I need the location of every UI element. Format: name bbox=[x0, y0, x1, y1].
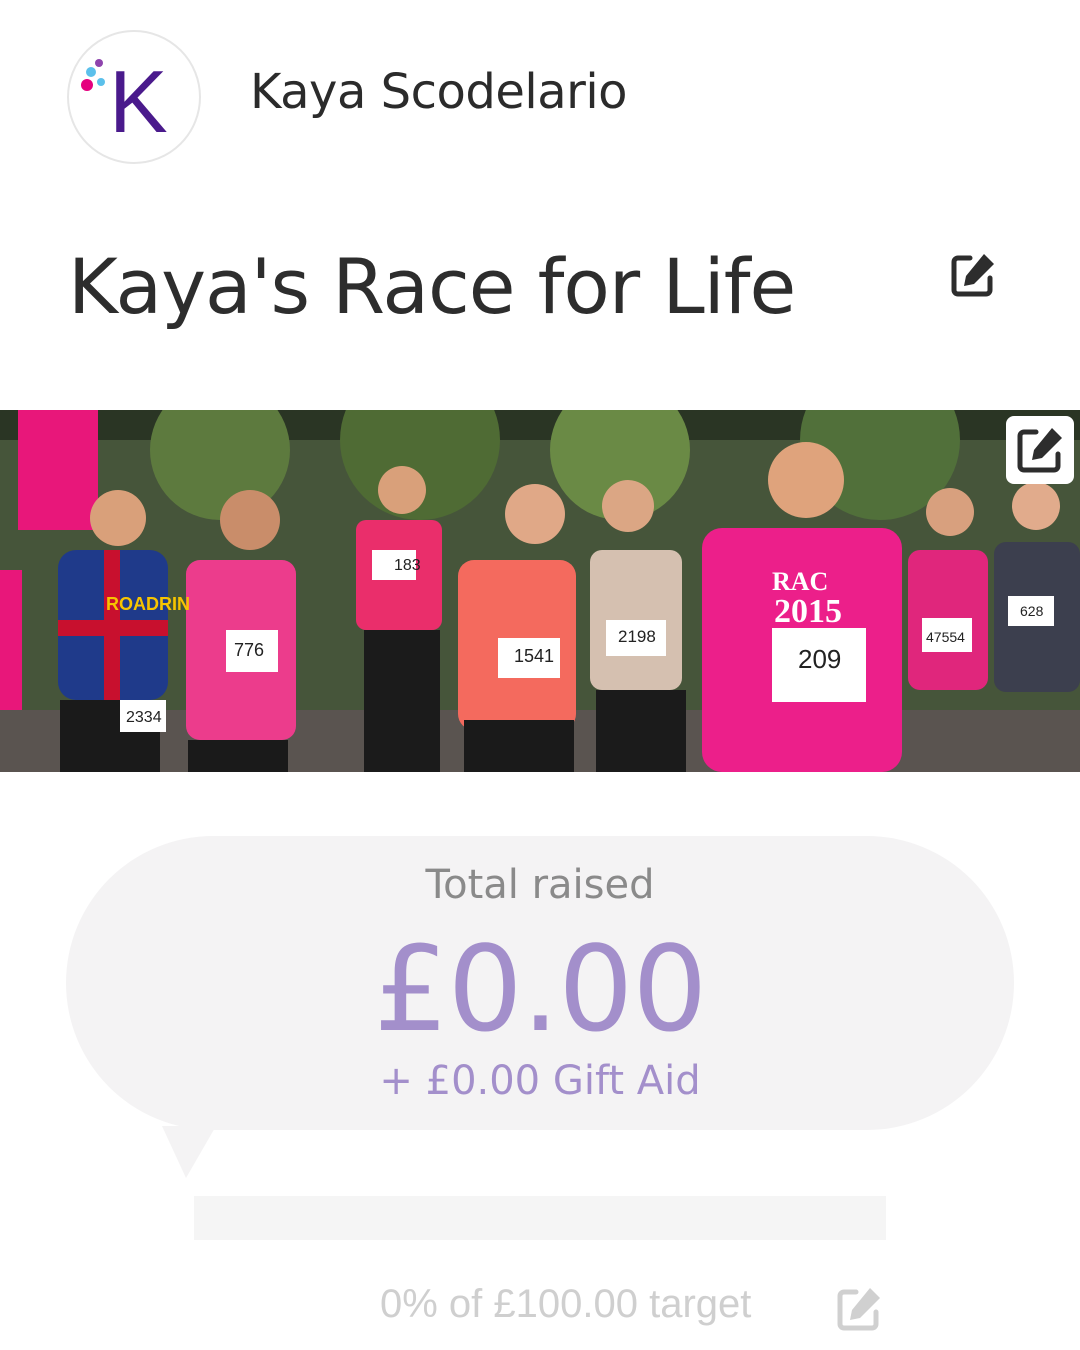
total-raised-amount: £0.00 bbox=[373, 920, 708, 1058]
bib-number: 209 bbox=[798, 644, 841, 674]
gift-aid-amount: + £0.00 Gift Aid bbox=[379, 1058, 701, 1104]
shirt-text: RAC bbox=[772, 567, 828, 596]
banner-photo: 183 776 2334 1541 2198 209 47554 628 RAC… bbox=[0, 410, 1080, 772]
bib-number: 776 bbox=[234, 640, 264, 660]
shirt-text: ROADRIN bbox=[106, 594, 190, 614]
speech-bubble-tail bbox=[162, 1126, 216, 1178]
bib-number: 183 bbox=[394, 557, 421, 574]
avatar-letter: K bbox=[109, 52, 168, 151]
bib-number: 1541 bbox=[514, 646, 554, 666]
target-text: 0% of £100.00 target bbox=[380, 1282, 752, 1326]
k-logo-icon: K bbox=[81, 52, 168, 151]
edit-icon bbox=[1017, 428, 1062, 473]
total-raised-label: Total raised bbox=[425, 862, 655, 908]
bib-number: 2334 bbox=[126, 709, 162, 726]
edit-title-button[interactable] bbox=[946, 248, 1000, 302]
bib-number: 2198 bbox=[618, 627, 656, 646]
progress-bar bbox=[194, 1196, 886, 1240]
avatar[interactable]: K bbox=[67, 30, 201, 164]
fundraising-page: K Kaya Scodelario Kaya's Race for Life 1… bbox=[0, 0, 1080, 1350]
profile-name[interactable]: Kaya Scodelario bbox=[250, 64, 628, 120]
bib-number: 47554 bbox=[926, 629, 965, 645]
edit-target-button[interactable] bbox=[834, 1284, 884, 1334]
shirt-text: 2015 bbox=[774, 593, 842, 630]
edit-icon bbox=[837, 1288, 880, 1331]
page-title: Kaya's Race for Life bbox=[68, 242, 796, 331]
edit-photo-button[interactable] bbox=[1006, 416, 1074, 484]
bib-number: 628 bbox=[1020, 603, 1044, 619]
edit-icon bbox=[951, 254, 994, 297]
race-photo: 183 776 2334 1541 2198 209 47554 628 RAC… bbox=[0, 410, 1080, 772]
